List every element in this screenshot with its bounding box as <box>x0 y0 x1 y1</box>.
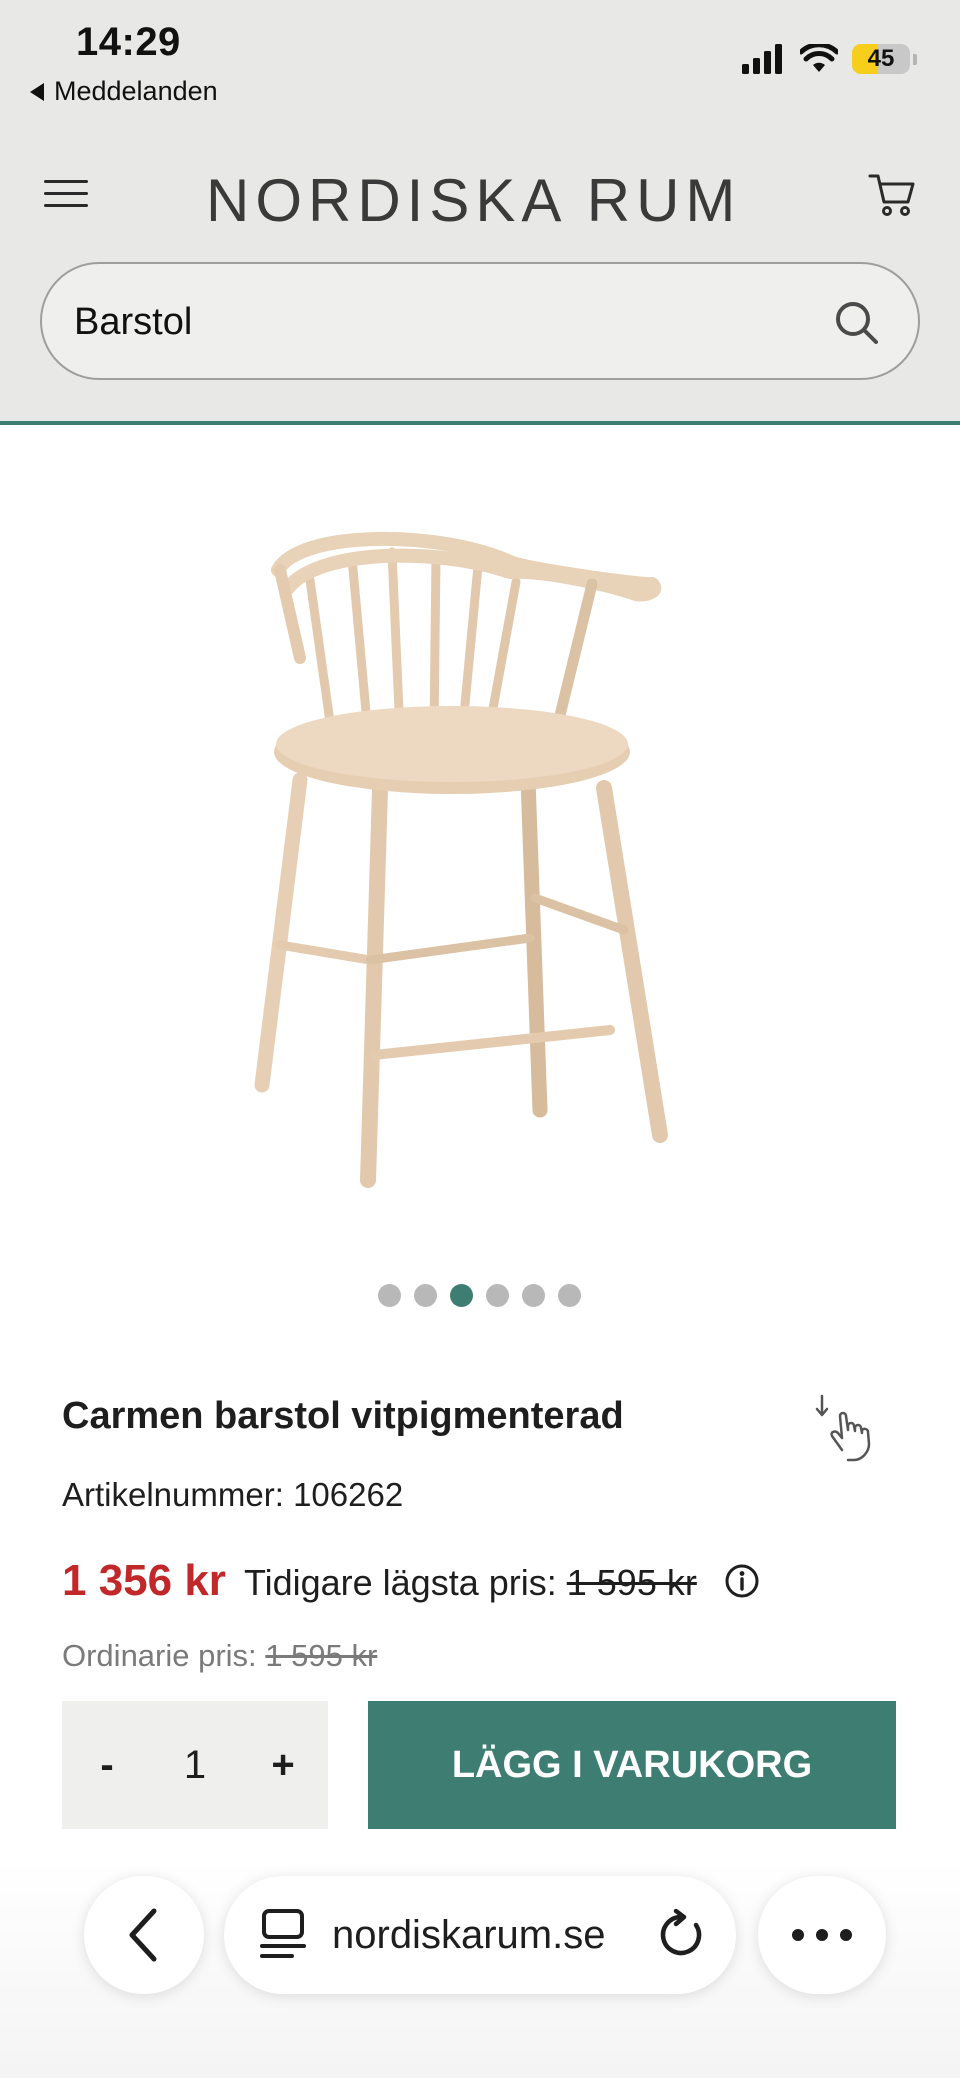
previous-lowest-price: Tidigare lägsta pris: 1 595 kr <box>244 1562 697 1604</box>
ellipsis-icon <box>792 1929 852 1941</box>
gallery-dot-5[interactable] <box>522 1284 545 1307</box>
previous-lowest-label: Tidigare lägsta pris: <box>243 1562 557 1603</box>
article-value: 106262 <box>293 1476 404 1513</box>
battery-level: 45 <box>867 45 895 72</box>
header-divider <box>0 421 960 425</box>
back-to-app-link[interactable]: Meddelanden <box>30 76 218 107</box>
reload-icon[interactable] <box>658 1909 706 1961</box>
status-icons: 45 <box>742 44 917 74</box>
gallery-dot-2[interactable] <box>414 1284 437 1307</box>
previous-lowest-value: 1 595 kr <box>566 1562 697 1603</box>
scroll-hand-icon <box>815 1394 871 1462</box>
sale-price: 1 356 kr <box>62 1556 226 1605</box>
quantity-increase-button[interactable]: + <box>268 1743 298 1788</box>
gallery-dot-6[interactable] <box>558 1284 581 1307</box>
reader-mode-icon[interactable] <box>260 1908 306 1962</box>
article-number: Artikelnummer: 106262 <box>62 1476 403 1514</box>
ordinary-price-label: Ordinarie pris: <box>62 1638 257 1673</box>
product-image[interactable] <box>240 500 720 1220</box>
battery-cap <box>913 53 917 65</box>
quantity-stepper: - 1 + <box>62 1701 328 1829</box>
chevron-left-icon <box>129 1908 157 1962</box>
hamburger-menu-icon[interactable] <box>44 176 90 212</box>
price-row: 1 356 kr Tidigare lägsta pris: 1 595 kr <box>62 1556 761 1606</box>
signal-icon <box>742 44 782 74</box>
browser-address-bar[interactable]: nordiskarum.se <box>224 1876 736 1994</box>
back-triangle-icon <box>30 82 44 101</box>
shopping-cart-icon[interactable] <box>866 168 918 220</box>
add-to-cart-button[interactable]: LÄGG I VARUKORG <box>368 1701 896 1829</box>
browser-more-button[interactable] <box>758 1876 886 1994</box>
logo-text: NORDISKA RUM <box>206 167 742 234</box>
browser-back-button[interactable] <box>84 1876 204 1994</box>
product-title: Carmen barstol vitpigmenterad <box>62 1395 624 1437</box>
ordinary-price-value: 1 595 kr <box>265 1638 378 1673</box>
gallery-pagination <box>378 1284 581 1307</box>
battery-indicator: 45 <box>852 44 910 74</box>
gallery-dot-4[interactable] <box>486 1284 509 1307</box>
wifi-icon <box>800 44 838 72</box>
gallery-dot-3-active[interactable] <box>450 1284 473 1307</box>
ordinary-price: Ordinarie pris: 1 595 kr <box>62 1638 377 1674</box>
article-label: Artikelnummer: <box>62 1476 284 1513</box>
quantity-decrease-button[interactable]: - <box>92 1743 122 1788</box>
search-input[interactable] <box>74 284 834 360</box>
site-logo[interactable]: NORDISKA RUM <box>206 156 754 234</box>
gallery-dot-1[interactable] <box>378 1284 401 1307</box>
quantity-value[interactable]: 1 <box>184 1743 206 1788</box>
back-app-label: Meddelanden <box>54 76 218 106</box>
url-text: nordiskarum.se <box>332 1912 606 1957</box>
search-icon[interactable] <box>832 298 882 348</box>
status-time: 14:29 <box>76 20 181 64</box>
search-bar <box>40 262 920 380</box>
info-icon[interactable] <box>723 1562 761 1600</box>
